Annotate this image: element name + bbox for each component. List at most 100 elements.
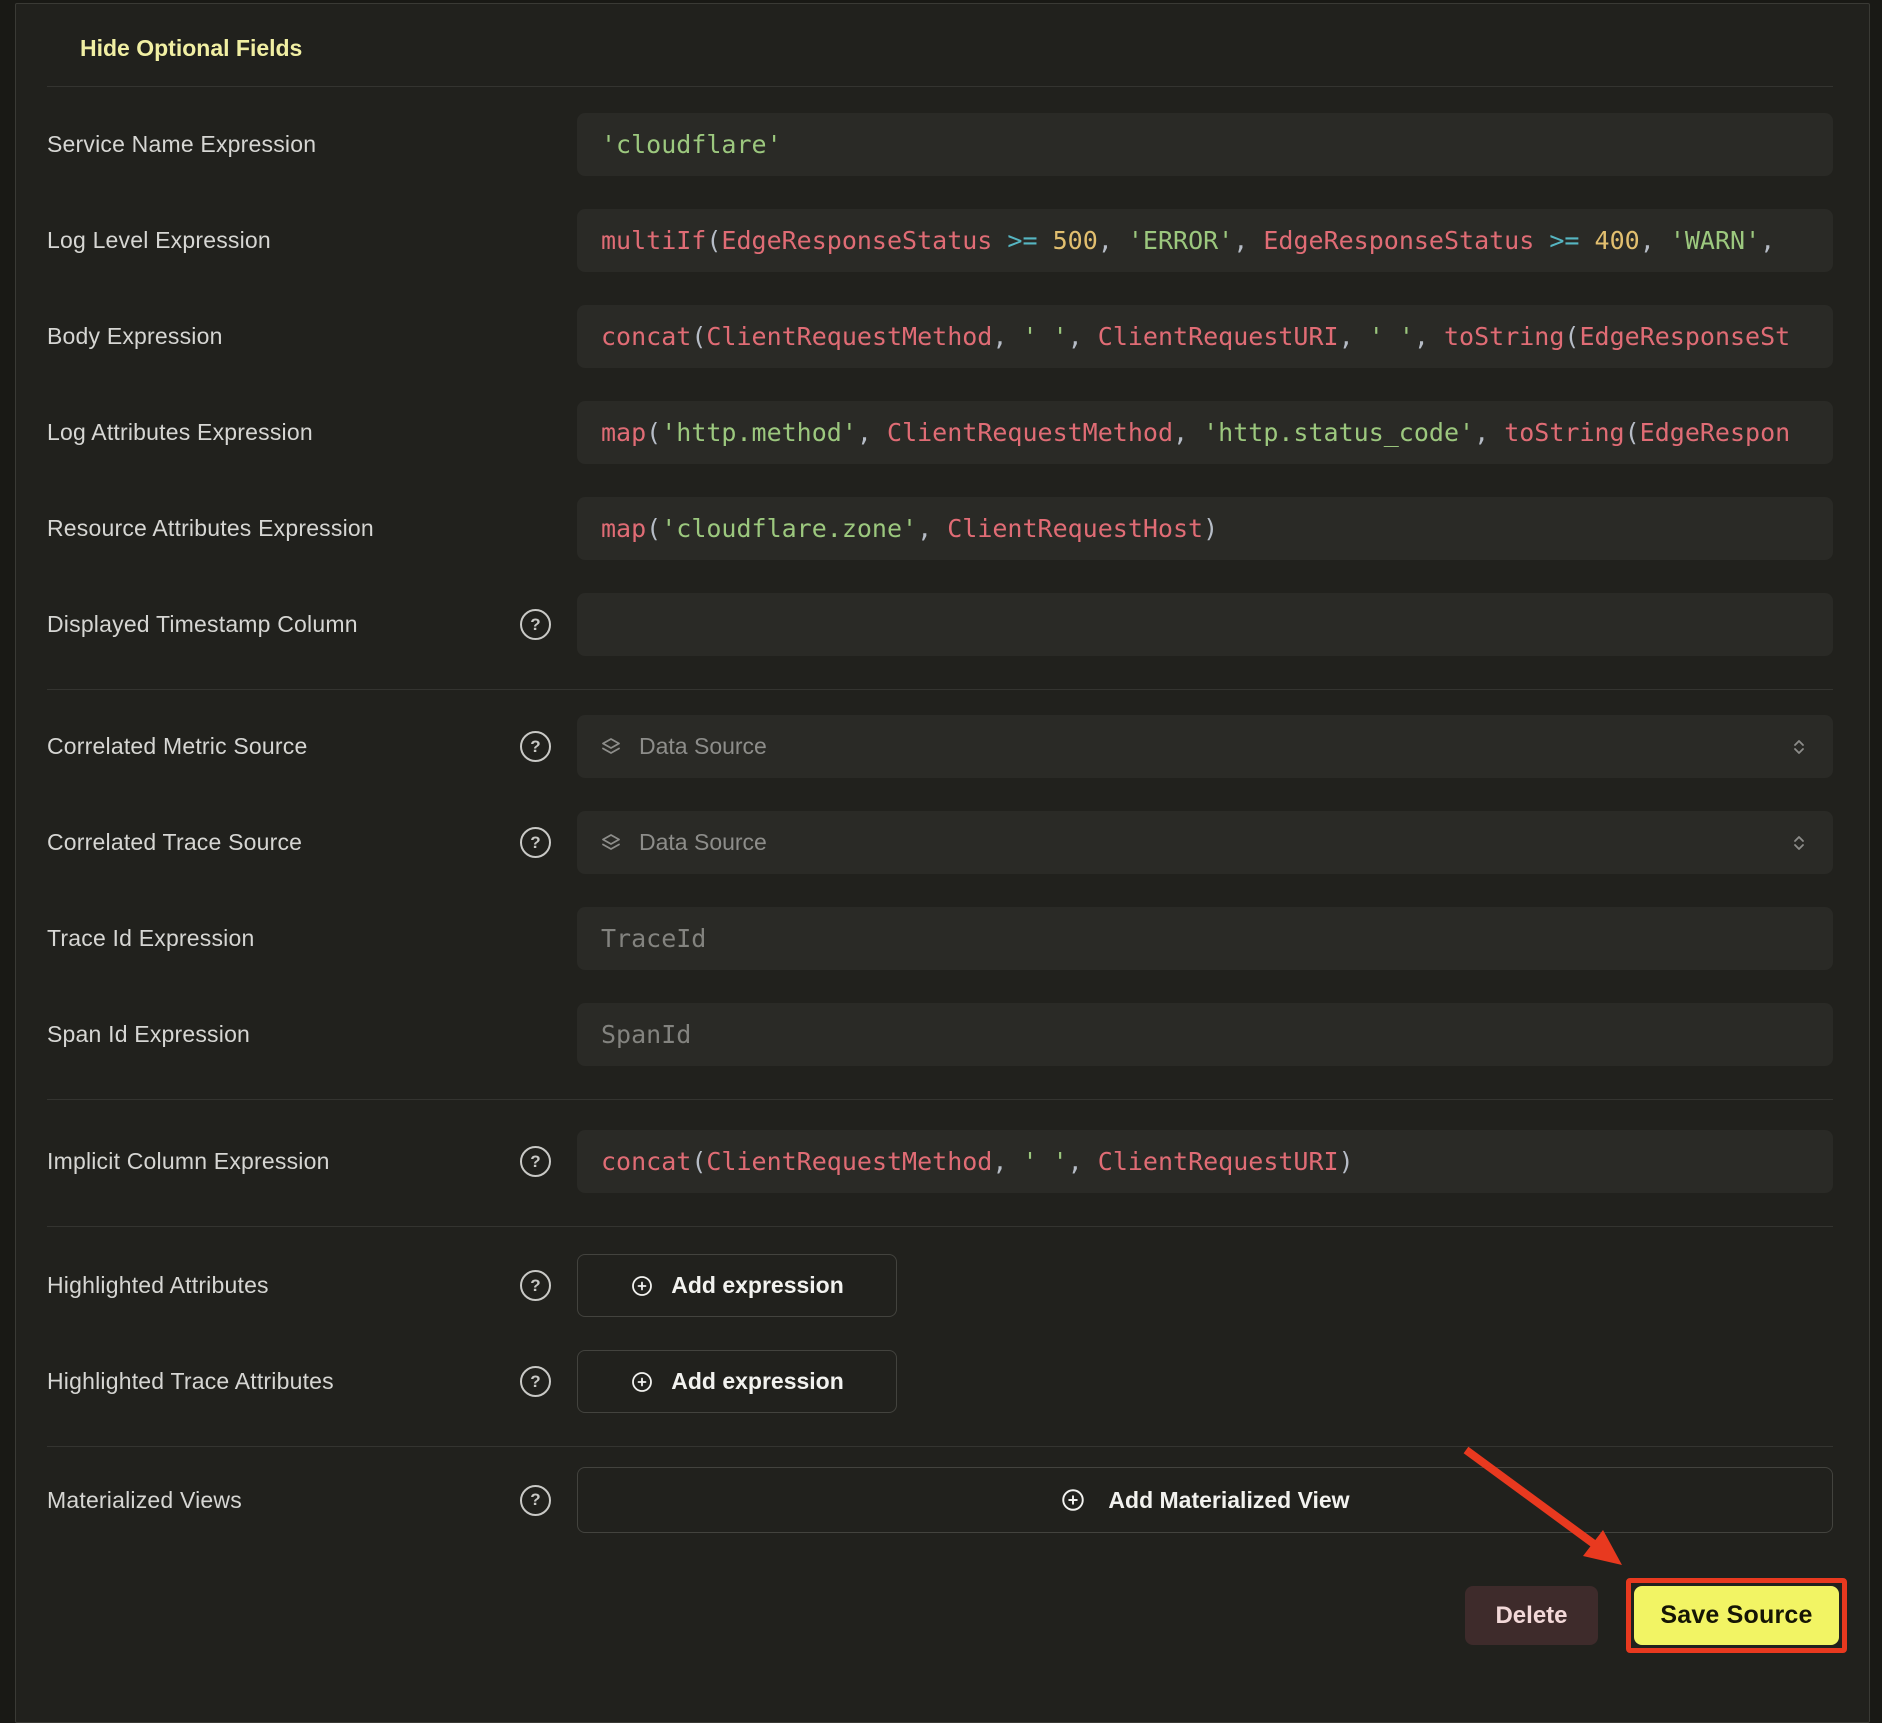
field-label-area: Highlighted Trace Attributes?	[47, 1366, 577, 1397]
section-divider	[47, 1446, 1833, 1447]
field-label-area: Displayed Timestamp Column?	[47, 609, 577, 640]
placeholder-text: Data Source	[639, 733, 767, 760]
field-row-displayed-timestamp-column: Displayed Timestamp Column?	[47, 593, 1833, 656]
displayed-timestamp-column-input[interactable]	[577, 593, 1833, 656]
field-row-materialized-views: Materialized Views? Add Materialized View	[47, 1467, 1833, 1533]
placeholder-text: Data Source	[639, 829, 767, 856]
field-control: concat(ClientRequestMethod, ' ', ClientR…	[577, 1130, 1833, 1193]
field-row-log-level-expression: Log Level Expression multiIf(EdgeResponse…	[47, 209, 1833, 272]
field-label-log-level-expression: Log Level Expression	[47, 227, 271, 254]
help-icon[interactable]: ?	[520, 1270, 551, 1301]
add-button-label: Add expression	[671, 1272, 844, 1299]
field-label-correlated-trace-source: Correlated Trace Source	[47, 829, 302, 856]
field-label-service-name-expression: Service Name Expression	[47, 131, 316, 158]
field-label-area: Materialized Views?	[47, 1485, 577, 1516]
field-label-resource-attributes-expression: Resource Attributes Expression	[47, 515, 374, 542]
field-control: Add Materialized View	[577, 1467, 1833, 1533]
highlighted-attributes-add-button[interactable]: Add expression	[577, 1254, 897, 1317]
resource-attributes-expression-input[interactable]: map('cloudflare.zone', ClientRequestHost…	[577, 497, 1833, 560]
annotation-highlight-box: Save Source	[1626, 1578, 1847, 1653]
field-row-highlighted-attributes: Highlighted Attributes? Add expression	[47, 1254, 1833, 1317]
field-label-area: Implicit Column Expression?	[47, 1146, 577, 1177]
field-control: multiIf(EdgeResponseStatus >= 500, 'ERRO…	[577, 209, 1833, 272]
span-id-expression-input[interactable]: SpanId	[577, 1003, 1833, 1066]
field-row-span-id-expression: Span Id Expression SpanId	[47, 1003, 1833, 1066]
field-row-resource-attributes-expression: Resource Attributes Expression map('cloud…	[47, 497, 1833, 560]
circle-plus-icon	[630, 1370, 654, 1394]
delete-button[interactable]: Delete	[1465, 1586, 1598, 1645]
field-control: 'cloudflare'	[577, 113, 1833, 176]
field-row-service-name-expression: Service Name Expression 'cloudflare'	[47, 113, 1833, 176]
highlighted-trace-attributes-add-button[interactable]: Add expression	[577, 1350, 897, 1413]
circle-plus-icon	[1060, 1487, 1086, 1513]
field-label-area: Log Attributes Expression	[47, 419, 577, 446]
field-control: Add expression	[577, 1254, 1833, 1317]
field-row-correlated-trace-source: Correlated Trace Source? Data Source	[47, 811, 1833, 874]
placeholder-text: SpanId	[601, 1020, 691, 1049]
help-icon[interactable]: ?	[520, 731, 551, 762]
source-settings-panel: Hide Optional Fields Service Name Expres…	[15, 3, 1870, 1723]
optional-fields-form: Service Name Expression 'cloudflare' Log L…	[47, 113, 1833, 1533]
field-row-log-attributes-expression: Log Attributes Expression map('http.metho…	[47, 401, 1833, 464]
field-label-highlighted-trace-attributes: Highlighted Trace Attributes	[47, 1368, 334, 1395]
form-footer: Delete Save Source	[47, 1578, 1847, 1653]
field-label-area: Service Name Expression	[47, 131, 577, 158]
service-name-expression-input[interactable]: 'cloudflare'	[577, 113, 1833, 176]
chevron-up-down-icon	[1787, 735, 1811, 759]
hide-optional-fields-toggle[interactable]: Hide Optional Fields	[80, 34, 1833, 62]
section-divider	[47, 689, 1833, 690]
help-icon[interactable]: ?	[520, 609, 551, 640]
log-attributes-expression-input[interactable]: map('http.method', ClientRequestMethod, …	[577, 401, 1833, 464]
field-label-span-id-expression: Span Id Expression	[47, 1021, 250, 1048]
save-source-button[interactable]: Save Source	[1634, 1586, 1839, 1645]
field-control: TraceId	[577, 907, 1833, 970]
field-label-area: Span Id Expression	[47, 1021, 577, 1048]
correlated-metric-source-select[interactable]: Data Source	[577, 715, 1833, 778]
help-icon[interactable]: ?	[520, 827, 551, 858]
layers-icon	[599, 831, 623, 855]
field-label-area: Correlated Metric Source?	[47, 731, 577, 762]
add-button-label: Add expression	[671, 1368, 844, 1395]
section-divider	[47, 1099, 1833, 1100]
field-label-area: Log Level Expression	[47, 227, 577, 254]
add-button-label: Add Materialized View	[1108, 1487, 1349, 1514]
field-row-implicit-column-expression: Implicit Column Expression?concat(Client…	[47, 1130, 1833, 1193]
placeholder-text: TraceId	[601, 924, 706, 953]
field-label-area: Highlighted Attributes?	[47, 1270, 577, 1301]
field-label-correlated-metric-source: Correlated Metric Source	[47, 733, 307, 760]
field-control: SpanId	[577, 1003, 1833, 1066]
trace-id-expression-input[interactable]: TraceId	[577, 907, 1833, 970]
chevron-up-down-icon	[1787, 831, 1811, 855]
field-control: map('cloudflare.zone', ClientRequestHost…	[577, 497, 1833, 560]
field-label-highlighted-attributes: Highlighted Attributes	[47, 1272, 269, 1299]
field-row-correlated-metric-source: Correlated Metric Source? Data Source	[47, 715, 1833, 778]
log-level-expression-input[interactable]: multiIf(EdgeResponseStatus >= 500, 'ERRO…	[577, 209, 1833, 272]
field-label-area: Body Expression	[47, 323, 577, 350]
field-label-materialized-views: Materialized Views	[47, 1487, 242, 1514]
correlated-trace-source-select[interactable]: Data Source	[577, 811, 1833, 874]
field-label-implicit-column-expression: Implicit Column Expression	[47, 1148, 330, 1175]
field-label-area: Resource Attributes Expression	[47, 515, 577, 542]
field-control: concat(ClientRequestMethod, ' ', ClientR…	[577, 305, 1833, 368]
help-icon[interactable]: ?	[520, 1366, 551, 1397]
field-control: Add expression	[577, 1350, 1833, 1413]
body-expression-input[interactable]: concat(ClientRequestMethod, ' ', ClientR…	[577, 305, 1833, 368]
field-row-body-expression: Body Expression concat(ClientRequestMetho…	[47, 305, 1833, 368]
section-divider	[47, 86, 1833, 87]
field-control	[577, 593, 1833, 656]
layers-icon	[599, 735, 623, 759]
field-row-trace-id-expression: Trace Id Expression TraceId	[47, 907, 1833, 970]
field-label-body-expression: Body Expression	[47, 323, 223, 350]
implicit-column-expression-input[interactable]: concat(ClientRequestMethod, ' ', ClientR…	[577, 1130, 1833, 1193]
help-icon[interactable]: ?	[520, 1146, 551, 1177]
field-label-log-attributes-expression: Log Attributes Expression	[47, 419, 313, 446]
field-control: Data Source	[577, 715, 1833, 778]
field-control: map('http.method', ClientRequestMethod, …	[577, 401, 1833, 464]
field-label-trace-id-expression: Trace Id Expression	[47, 925, 254, 952]
section-divider	[47, 1226, 1833, 1227]
materialized-views-add-button[interactable]: Add Materialized View	[577, 1467, 1833, 1533]
field-label-area: Correlated Trace Source?	[47, 827, 577, 858]
field-row-highlighted-trace-attributes: Highlighted Trace Attributes? Add express…	[47, 1350, 1833, 1413]
help-icon[interactable]: ?	[520, 1485, 551, 1516]
field-control: Data Source	[577, 811, 1833, 874]
